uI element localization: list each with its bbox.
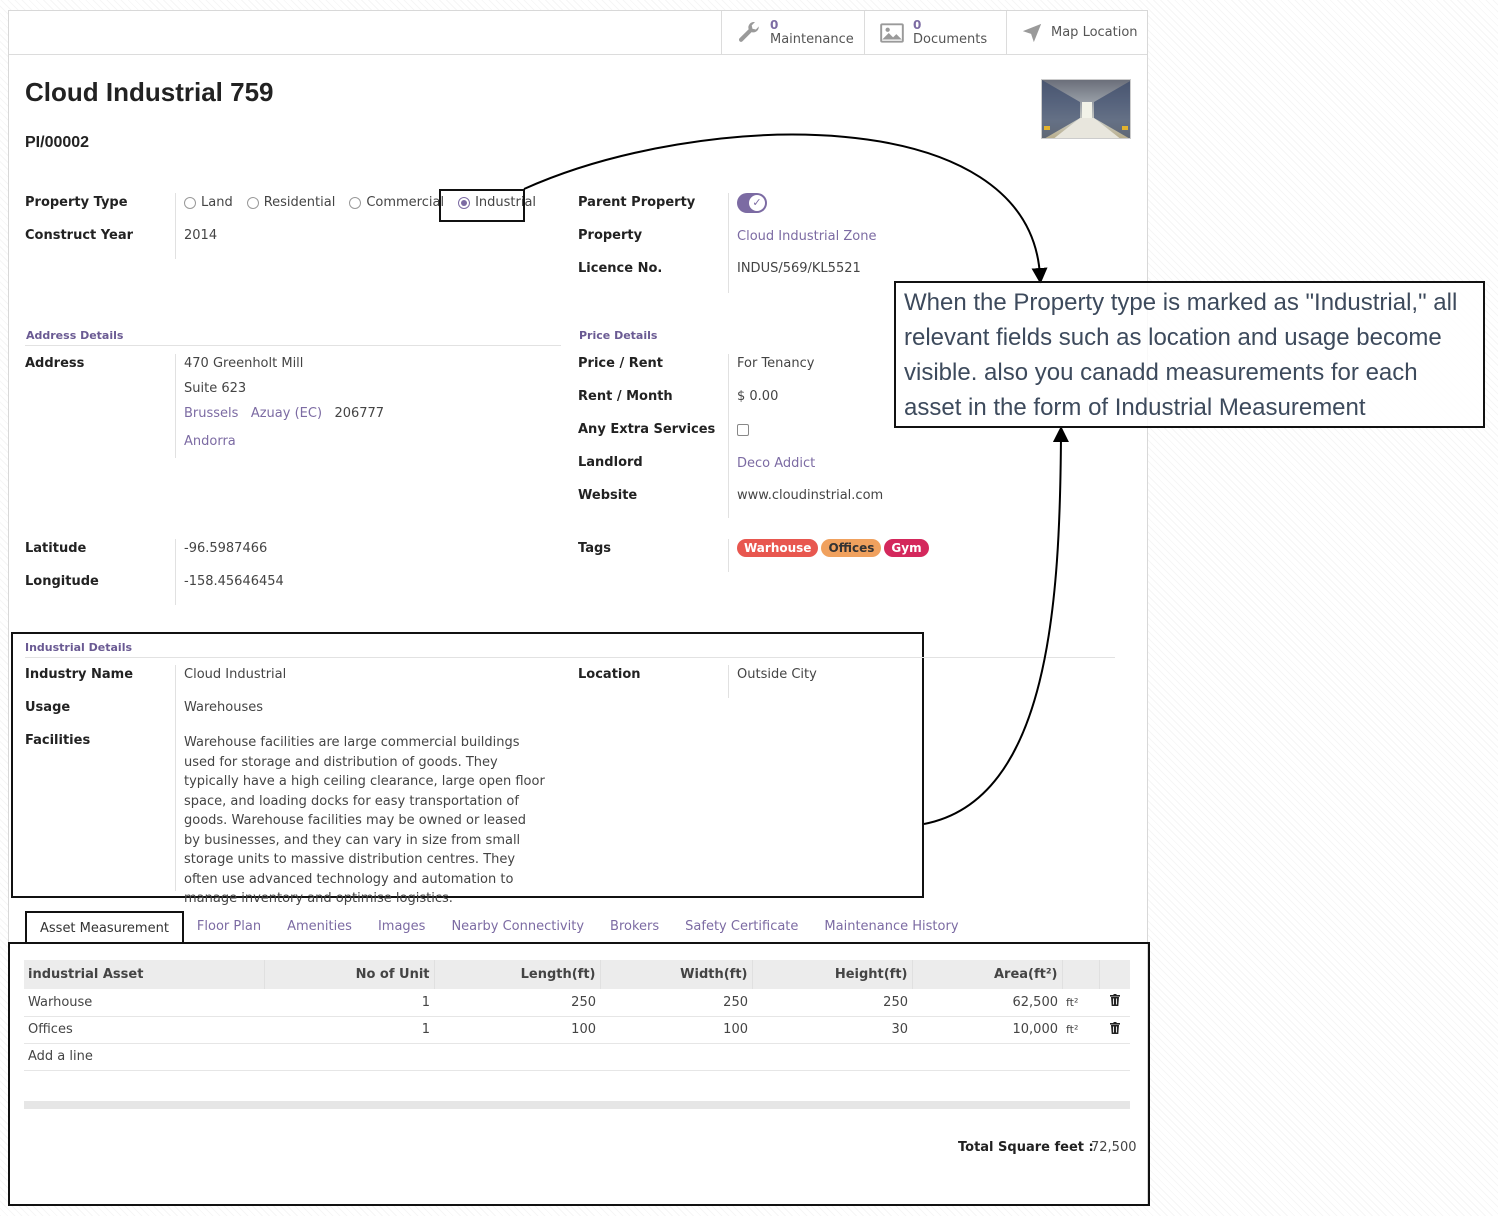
arrow-from-industrial-details xyxy=(923,426,1069,825)
annotation-arrows xyxy=(523,133,1069,825)
annotation-note: When the Property type is marked as "Ind… xyxy=(894,281,1485,428)
arrow-to-note xyxy=(523,133,1048,284)
